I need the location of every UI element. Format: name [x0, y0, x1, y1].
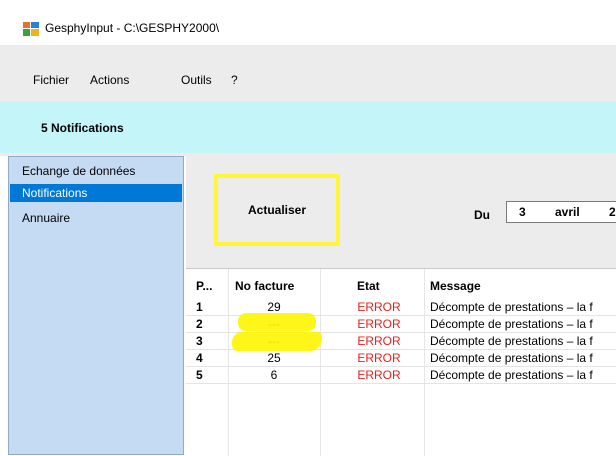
cell-facture: 25: [267, 351, 281, 365]
table-row[interactable]: 5 6 ERROR Décompte de prestations – la f: [186, 367, 616, 384]
menu-bar: Fichier Actions Outils ?: [0, 45, 616, 101]
cell-message: Décompte de prestations – la f: [430, 334, 593, 348]
notifications-table[interactable]: P... No facture Etat Message 1 29 ERROR …: [186, 268, 616, 456]
refresh-button[interactable]: Actualiser: [214, 174, 340, 246]
sidebar-item-notifications[interactable]: Notifications: [10, 184, 182, 202]
table-row[interactable]: 4 25 ERROR Décompte de prestations – la …: [186, 350, 616, 367]
sidebar: Echange de données Notifications Annuair…: [8, 156, 184, 455]
column-header-message[interactable]: Message: [430, 279, 481, 293]
cell-message: Décompte de prestations – la f: [430, 368, 593, 382]
date-from-picker[interactable]: 3 avril 2: [506, 201, 616, 223]
title-bar[interactable]: GesphyInput - C:\GESPHY2000\: [0, 0, 616, 45]
main-panel: Actualiser Du 3 avril 2 P... No facture …: [186, 156, 616, 456]
cell-p: 2: [196, 317, 203, 331]
app-window: GesphyInput - C:\GESPHY2000\ Fichier Act…: [0, 0, 616, 456]
date-year[interactable]: 2: [609, 205, 616, 219]
sidebar-item-echange[interactable]: Echange de données: [10, 162, 182, 180]
cell-etat: ERROR: [357, 317, 401, 331]
column-header-etat[interactable]: Etat: [357, 279, 380, 293]
notification-count: 5 Notifications: [41, 121, 124, 135]
date-day[interactable]: 3: [519, 205, 526, 219]
highlight-annotation: [238, 313, 316, 331]
notification-header: 5 Notifications: [0, 101, 616, 153]
cell-message: Décompte de prestations – la f: [430, 300, 593, 314]
cell-etat: ERROR: [357, 300, 401, 314]
window-title: GesphyInput - C:\GESPHY2000\: [45, 21, 220, 35]
cell-message: Décompte de prestations – la f: [430, 351, 593, 365]
cell-etat: ERROR: [357, 351, 401, 365]
menu-actions[interactable]: Actions: [90, 73, 129, 87]
cell-message: Décompte de prestations – la f: [430, 317, 593, 331]
cell-etat: ERROR: [357, 368, 401, 382]
menu-outils[interactable]: Outils: [181, 73, 212, 87]
menu-fichier[interactable]: Fichier: [33, 73, 69, 87]
sidebar-item-annuaire[interactable]: Annuaire: [10, 209, 182, 227]
column-header-p[interactable]: P...: [196, 279, 212, 293]
column-header-facture[interactable]: No facture: [235, 279, 294, 293]
cell-etat: ERROR: [357, 334, 401, 348]
cell-p: 4: [196, 351, 203, 365]
date-from-label: Du: [474, 208, 490, 222]
date-month[interactable]: avril: [555, 205, 580, 219]
highlight-annotation: [232, 332, 322, 351]
cell-p: 5: [196, 368, 203, 382]
cell-facture: 6: [270, 368, 278, 382]
cell-p: 3: [196, 334, 203, 348]
app-icon: [23, 22, 39, 36]
menu-help[interactable]: ?: [231, 73, 238, 87]
cell-p: 1: [196, 300, 203, 314]
